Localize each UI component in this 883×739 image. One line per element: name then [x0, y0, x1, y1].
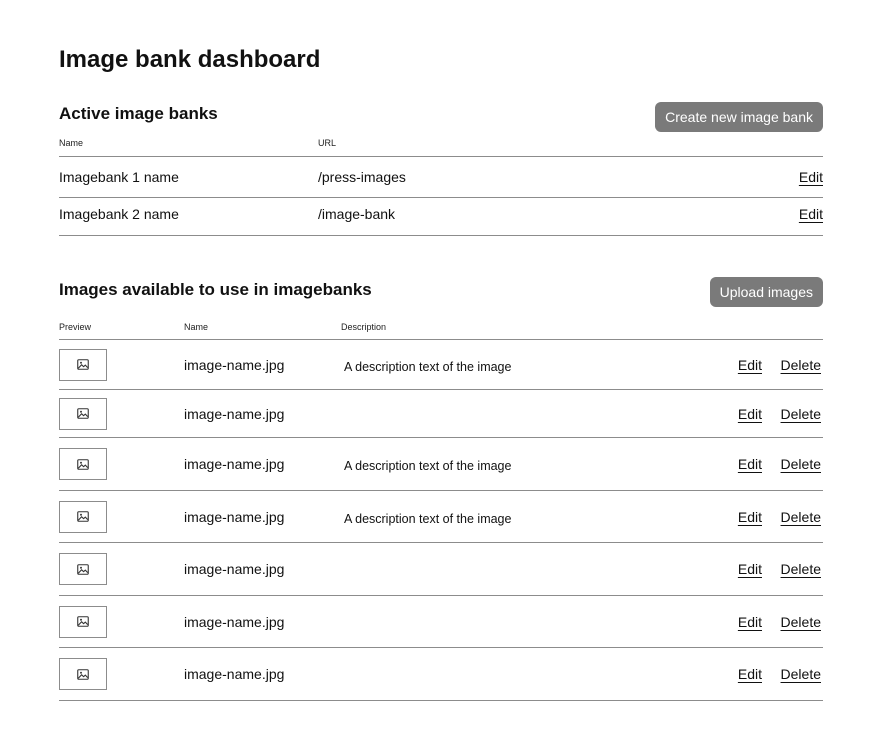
- image-name: image-name.jpg: [184, 561, 285, 577]
- image-icon: [77, 616, 89, 627]
- edit-image-link[interactable]: Edit: [738, 560, 762, 578]
- column-header-description: Description: [341, 322, 387, 332]
- image-preview[interactable]: [59, 605, 107, 638]
- column-header-preview: Preview: [59, 322, 92, 332]
- table-divider: [59, 389, 823, 390]
- bank-url: /press-images: [318, 169, 406, 185]
- table-divider: [59, 700, 823, 701]
- column-header-url: URL: [318, 138, 337, 148]
- page-title: Image bank dashboard: [59, 46, 321, 73]
- table-divider: [59, 542, 823, 543]
- table-divider: [59, 647, 823, 648]
- edit-bank-link[interactable]: Edit: [799, 205, 823, 223]
- image-preview[interactable]: [59, 397, 107, 430]
- image-preview[interactable]: [59, 448, 107, 480]
- bank-name: Imagebank 1 name: [59, 169, 179, 185]
- table-divider: [59, 595, 823, 596]
- edit-image-link[interactable]: Edit: [738, 455, 762, 473]
- image-name: image-name.jpg: [184, 405, 285, 422]
- table-divider: [59, 156, 823, 157]
- column-header-name: Name: [184, 322, 209, 332]
- image-name: image-name.jpg: [184, 356, 285, 373]
- column-header-name: Name: [59, 138, 84, 148]
- bank-url: /image-bank: [318, 206, 396, 222]
- edit-image-link[interactable]: Edit: [738, 508, 762, 526]
- image-name: image-name.jpg: [184, 666, 285, 682]
- image-preview[interactable]: [59, 500, 107, 533]
- edit-image-link[interactable]: Edit: [738, 665, 762, 683]
- edit-image-link[interactable]: Edit: [738, 356, 762, 374]
- image-icon: [77, 668, 89, 680]
- table-divider: [59, 437, 823, 438]
- delete-image-link[interactable]: Delete: [781, 560, 821, 578]
- edit-image-link[interactable]: Edit: [738, 613, 762, 631]
- active-banks-title: Active image banks: [59, 104, 218, 123]
- table-divider: [59, 235, 823, 236]
- delete-image-link[interactable]: Delete: [781, 455, 821, 473]
- image-icon: [77, 458, 89, 470]
- image-description: A description text of the image: [344, 511, 512, 526]
- image-name: image-name.jpg: [184, 613, 285, 630]
- delete-image-link[interactable]: Delete: [781, 508, 821, 526]
- upload-images-button[interactable]: Upload images: [709, 277, 823, 307]
- table-divider: [59, 197, 823, 198]
- delete-image-link[interactable]: Delete: [781, 405, 821, 423]
- image-preview[interactable]: [59, 553, 107, 585]
- image-preview[interactable]: [59, 658, 107, 690]
- image-name: image-name.jpg: [184, 508, 285, 525]
- create-image-bank-button[interactable]: Create new image bank: [655, 102, 823, 132]
- delete-image-link[interactable]: Delete: [781, 613, 821, 631]
- table-divider: [59, 339, 823, 340]
- image-icon: [77, 511, 89, 522]
- image-icon: [77, 408, 89, 419]
- bank-name: Imagebank 2 name: [59, 206, 179, 222]
- table-divider: [59, 490, 823, 491]
- image-name: image-name.jpg: [184, 456, 285, 472]
- image-icon: [77, 563, 89, 575]
- delete-image-link[interactable]: Delete: [781, 665, 821, 683]
- image-description: A description text of the image: [344, 359, 512, 374]
- edit-image-link[interactable]: Edit: [738, 405, 762, 423]
- image-preview[interactable]: [59, 348, 107, 381]
- images-section-title: Images available to use in imagebanks: [59, 280, 372, 299]
- edit-bank-link[interactable]: Edit: [799, 168, 823, 186]
- image-description: A description text of the image: [344, 459, 512, 473]
- delete-image-link[interactable]: Delete: [781, 356, 821, 374]
- image-icon: [77, 359, 89, 370]
